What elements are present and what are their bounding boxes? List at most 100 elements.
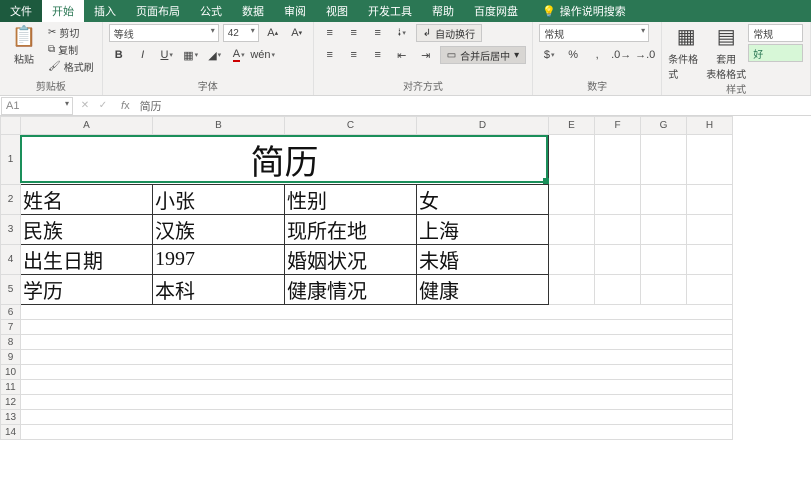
cell-F5[interactable]: [595, 275, 641, 305]
conditional-format-button[interactable]: ▦条件格式: [668, 24, 704, 81]
enter-icon[interactable]: ✓: [95, 100, 111, 111]
row-6-cells[interactable]: [21, 305, 733, 320]
row-12-cells[interactable]: [21, 395, 733, 410]
bold-button[interactable]: B: [109, 46, 129, 64]
cell-C4[interactable]: 婚姻状况: [285, 245, 417, 275]
tab-layout[interactable]: 页面布局: [126, 0, 190, 22]
decrease-indent-button[interactable]: ⇤: [392, 46, 412, 64]
accounting-format-button[interactable]: $▾: [539, 46, 559, 64]
cell-G3[interactable]: [641, 215, 687, 245]
cell-C2[interactable]: 性别: [285, 185, 417, 215]
cell-G2[interactable]: [641, 185, 687, 215]
row-8-cells[interactable]: [21, 335, 733, 350]
cell-A2[interactable]: 姓名: [21, 185, 153, 215]
row-header-5[interactable]: 5: [1, 275, 21, 305]
cell-G5[interactable]: [641, 275, 687, 305]
tab-dev[interactable]: 开发工具: [358, 0, 422, 22]
cell-C3[interactable]: 现所在地: [285, 215, 417, 245]
align-bottom-button[interactable]: ≡: [368, 24, 388, 42]
cell-E4[interactable]: [549, 245, 595, 275]
cell-A3[interactable]: 民族: [21, 215, 153, 245]
cell-D5[interactable]: 健康: [417, 275, 549, 305]
spreadsheet[interactable]: A B C D E F G H 1 简历 2 姓名 小张 性别 女 3 民族 汉…: [0, 116, 733, 440]
row-11-cells[interactable]: [21, 380, 733, 395]
row-header-11[interactable]: 11: [1, 380, 21, 395]
tab-view[interactable]: 视图: [316, 0, 358, 22]
col-header-A[interactable]: A: [21, 117, 153, 135]
row-header-9[interactable]: 9: [1, 350, 21, 365]
col-header-D[interactable]: D: [417, 117, 549, 135]
phonetic-button[interactable]: wén▾: [253, 46, 273, 64]
cell-F3[interactable]: [595, 215, 641, 245]
cell-F4[interactable]: [595, 245, 641, 275]
tab-review[interactable]: 审阅: [274, 0, 316, 22]
align-right-button[interactable]: ≡: [368, 46, 388, 64]
row-header-14[interactable]: 14: [1, 425, 21, 440]
number-format-select[interactable]: 常规: [539, 24, 649, 42]
row-header-6[interactable]: 6: [1, 305, 21, 320]
cell-C5[interactable]: 健康情况: [285, 275, 417, 305]
cut-button[interactable]: ✂剪切: [46, 24, 96, 41]
cell-E2[interactable]: [549, 185, 595, 215]
row-header-7[interactable]: 7: [1, 320, 21, 335]
border-button[interactable]: ▦▾: [181, 46, 201, 64]
col-header-H[interactable]: H: [687, 117, 733, 135]
cell-B3[interactable]: 汉族: [153, 215, 285, 245]
percent-button[interactable]: %: [563, 46, 583, 64]
cell-H3[interactable]: [687, 215, 733, 245]
cell-H2[interactable]: [687, 185, 733, 215]
decrease-decimal-button[interactable]: →.0: [635, 46, 655, 64]
cell-H1[interactable]: [687, 135, 733, 185]
wrap-text-button[interactable]: ↲自动换行: [416, 24, 482, 42]
cell-A1-merged[interactable]: 简历: [21, 135, 549, 185]
row-13-cells[interactable]: [21, 410, 733, 425]
row-header-8[interactable]: 8: [1, 335, 21, 350]
row-header-12[interactable]: 12: [1, 395, 21, 410]
font-name-select[interactable]: 等线: [109, 24, 219, 42]
cell-B2[interactable]: 小张: [153, 185, 285, 215]
comma-button[interactable]: ,: [587, 46, 607, 64]
tab-insert[interactable]: 插入: [84, 0, 126, 22]
cancel-icon[interactable]: ✕: [77, 100, 93, 111]
cell-D4[interactable]: 未婚: [417, 245, 549, 275]
decrease-font-button[interactable]: A▾: [287, 24, 307, 42]
merge-center-button[interactable]: ▭合并后居中▾: [440, 46, 526, 64]
cell-style-good[interactable]: 好: [748, 44, 803, 62]
underline-button[interactable]: U▾: [157, 46, 177, 64]
cell-D2[interactable]: 女: [417, 185, 549, 215]
paste-button[interactable]: 📋 粘贴: [6, 24, 42, 66]
tab-home[interactable]: 开始: [42, 0, 84, 22]
row-header-2[interactable]: 2: [1, 185, 21, 215]
col-header-F[interactable]: F: [595, 117, 641, 135]
cell-E5[interactable]: [549, 275, 595, 305]
row-7-cells[interactable]: [21, 320, 733, 335]
tab-help[interactable]: 帮助: [422, 0, 464, 22]
formula-input[interactable]: 简历: [136, 98, 811, 114]
col-header-C[interactable]: C: [285, 117, 417, 135]
cell-H5[interactable]: [687, 275, 733, 305]
cell-F1[interactable]: [595, 135, 641, 185]
copy-button[interactable]: ⧉复制: [46, 41, 96, 58]
fx-icon[interactable]: fx: [115, 100, 136, 112]
row-10-cells[interactable]: [21, 365, 733, 380]
italic-button[interactable]: I: [133, 46, 153, 64]
name-box[interactable]: A1: [1, 97, 73, 115]
cell-B5[interactable]: 本科: [153, 275, 285, 305]
align-top-button[interactable]: ≡: [320, 24, 340, 42]
tell-me-search[interactable]: 💡操作说明搜索: [532, 0, 636, 22]
cell-H4[interactable]: [687, 245, 733, 275]
tab-data[interactable]: 数据: [232, 0, 274, 22]
font-size-select[interactable]: 42: [223, 24, 259, 42]
tab-formula[interactable]: 公式: [190, 0, 232, 22]
cell-A5[interactable]: 学历: [21, 275, 153, 305]
increase-font-button[interactable]: A▴: [263, 24, 283, 42]
format-as-table-button[interactable]: ▤套用 表格格式: [708, 24, 744, 81]
increase-decimal-button[interactable]: .0→: [611, 46, 631, 64]
row-header-10[interactable]: 10: [1, 365, 21, 380]
cell-E1[interactable]: [549, 135, 595, 185]
col-header-E[interactable]: E: [549, 117, 595, 135]
align-middle-button[interactable]: ≡: [344, 24, 364, 42]
cell-G1[interactable]: [641, 135, 687, 185]
cell-E3[interactable]: [549, 215, 595, 245]
font-color-button[interactable]: A▾: [229, 46, 249, 64]
